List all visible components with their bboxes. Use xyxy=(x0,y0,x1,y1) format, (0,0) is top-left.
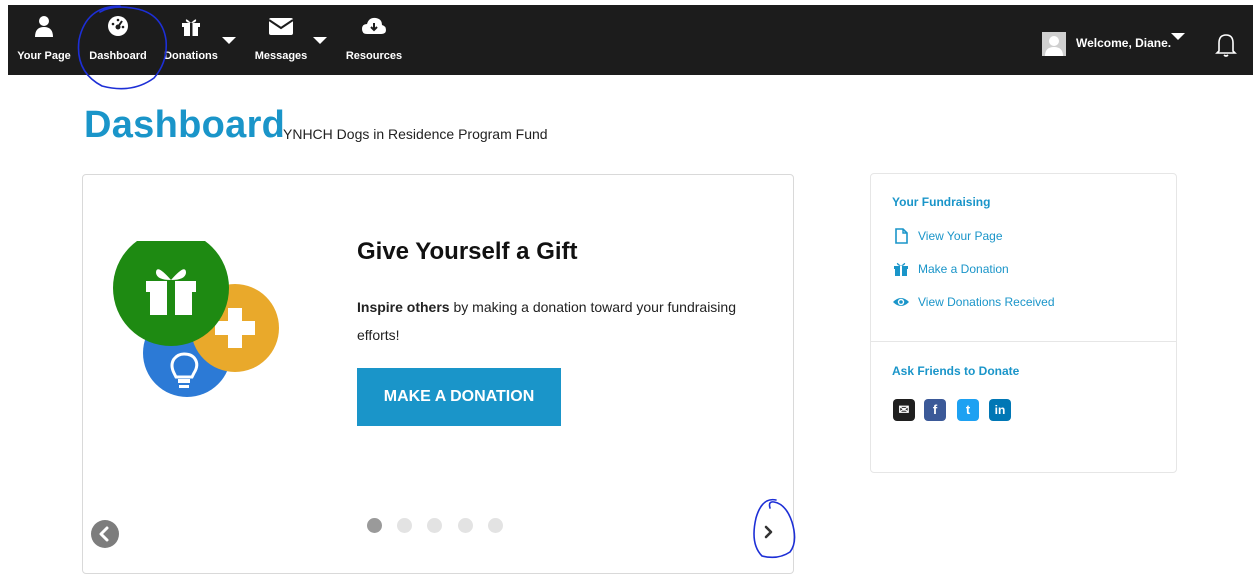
fundraising-sidebar xyxy=(870,173,1177,473)
carousel-dot[interactable] xyxy=(488,518,503,533)
page-title: Dashboard xyxy=(84,104,286,146)
facebook-share-button[interactable]: f xyxy=(924,399,946,421)
chevron-right-icon xyxy=(764,525,773,539)
messages-dropdown-caret-icon[interactable] xyxy=(313,37,327,44)
carousel-dot[interactable] xyxy=(427,518,442,533)
facebook-icon: f xyxy=(932,402,938,417)
linkedin-share-button[interactable]: in xyxy=(989,399,1011,421)
view-donations-received-label: View Donations Received xyxy=(918,295,1055,309)
your-fundraising-heading: Your Fundraising xyxy=(892,195,991,209)
carousel-next-button[interactable] xyxy=(759,520,779,544)
carousel-prev-button[interactable] xyxy=(91,520,119,548)
nav-resources[interactable]: Resources xyxy=(340,5,408,75)
slide-description-emphasis: Inspire others xyxy=(357,299,450,315)
slide-title: Give Yourself a Gift xyxy=(357,238,578,265)
donations-dropdown-caret-icon[interactable] xyxy=(222,37,236,44)
twitter-icon: t xyxy=(965,402,971,417)
make-a-donation-button[interactable]: MAKE A DONATION xyxy=(357,368,561,426)
gift-icon xyxy=(182,19,200,36)
email-icon: ✉ xyxy=(898,402,910,417)
fund-name: YNHCH Dogs in Residence Program Fund xyxy=(283,126,548,142)
notification-bell-icon[interactable] xyxy=(1215,31,1237,57)
sidebar-divider xyxy=(871,341,1176,342)
nav-label-dashboard: Dashboard xyxy=(89,50,147,62)
nav-donations[interactable]: Donations xyxy=(158,5,224,75)
make-a-donation-label: Make a Donation xyxy=(918,262,1009,276)
nav-your-page[interactable]: Your Page xyxy=(14,5,74,75)
nav-label-messages: Messages xyxy=(254,50,308,62)
account-dropdown-caret-icon[interactable] xyxy=(1171,33,1185,40)
linkedin-icon: in xyxy=(994,403,1006,417)
nav-label-resources: Resources xyxy=(345,50,403,62)
envelope-icon xyxy=(268,18,294,35)
nav-label-your-page: Your Page xyxy=(17,50,71,62)
cloud-download-icon xyxy=(362,17,386,34)
nav-label-donations: Donations xyxy=(164,50,218,62)
nav-messages[interactable]: Messages xyxy=(248,5,314,75)
top-nav-bar: Your Page Dashboard Donations Messages R… xyxy=(8,5,1253,75)
email-share-button[interactable]: ✉ xyxy=(893,399,915,421)
avatar[interactable] xyxy=(1042,32,1066,56)
view-donations-received-link[interactable]: View Donations Received xyxy=(893,294,1073,312)
make-a-donation-link[interactable]: Make a Donation xyxy=(893,261,1043,279)
view-your-page-label: View Your Page xyxy=(918,229,1003,243)
twitter-share-button[interactable]: t xyxy=(957,399,979,421)
carousel-dot[interactable] xyxy=(397,518,412,533)
chevron-left-icon xyxy=(99,526,109,542)
view-your-page-link[interactable]: View Your Page xyxy=(893,228,1043,246)
user-icon xyxy=(35,16,53,37)
slide-description: Inspire others by making a donation towa… xyxy=(357,293,737,349)
carousel-dot[interactable] xyxy=(458,518,473,533)
dashboard-gauge-icon xyxy=(108,16,128,36)
carousel-dot[interactable] xyxy=(367,518,382,533)
ask-friends-heading: Ask Friends to Donate xyxy=(892,364,1020,378)
gift-icon xyxy=(894,262,908,276)
nav-dashboard[interactable]: Dashboard xyxy=(86,5,150,75)
eye-icon xyxy=(893,298,909,306)
page-icon xyxy=(895,228,908,244)
welcome-message[interactable]: Welcome, Diane. xyxy=(1076,36,1171,50)
avatar-placeholder-icon xyxy=(1045,36,1063,56)
